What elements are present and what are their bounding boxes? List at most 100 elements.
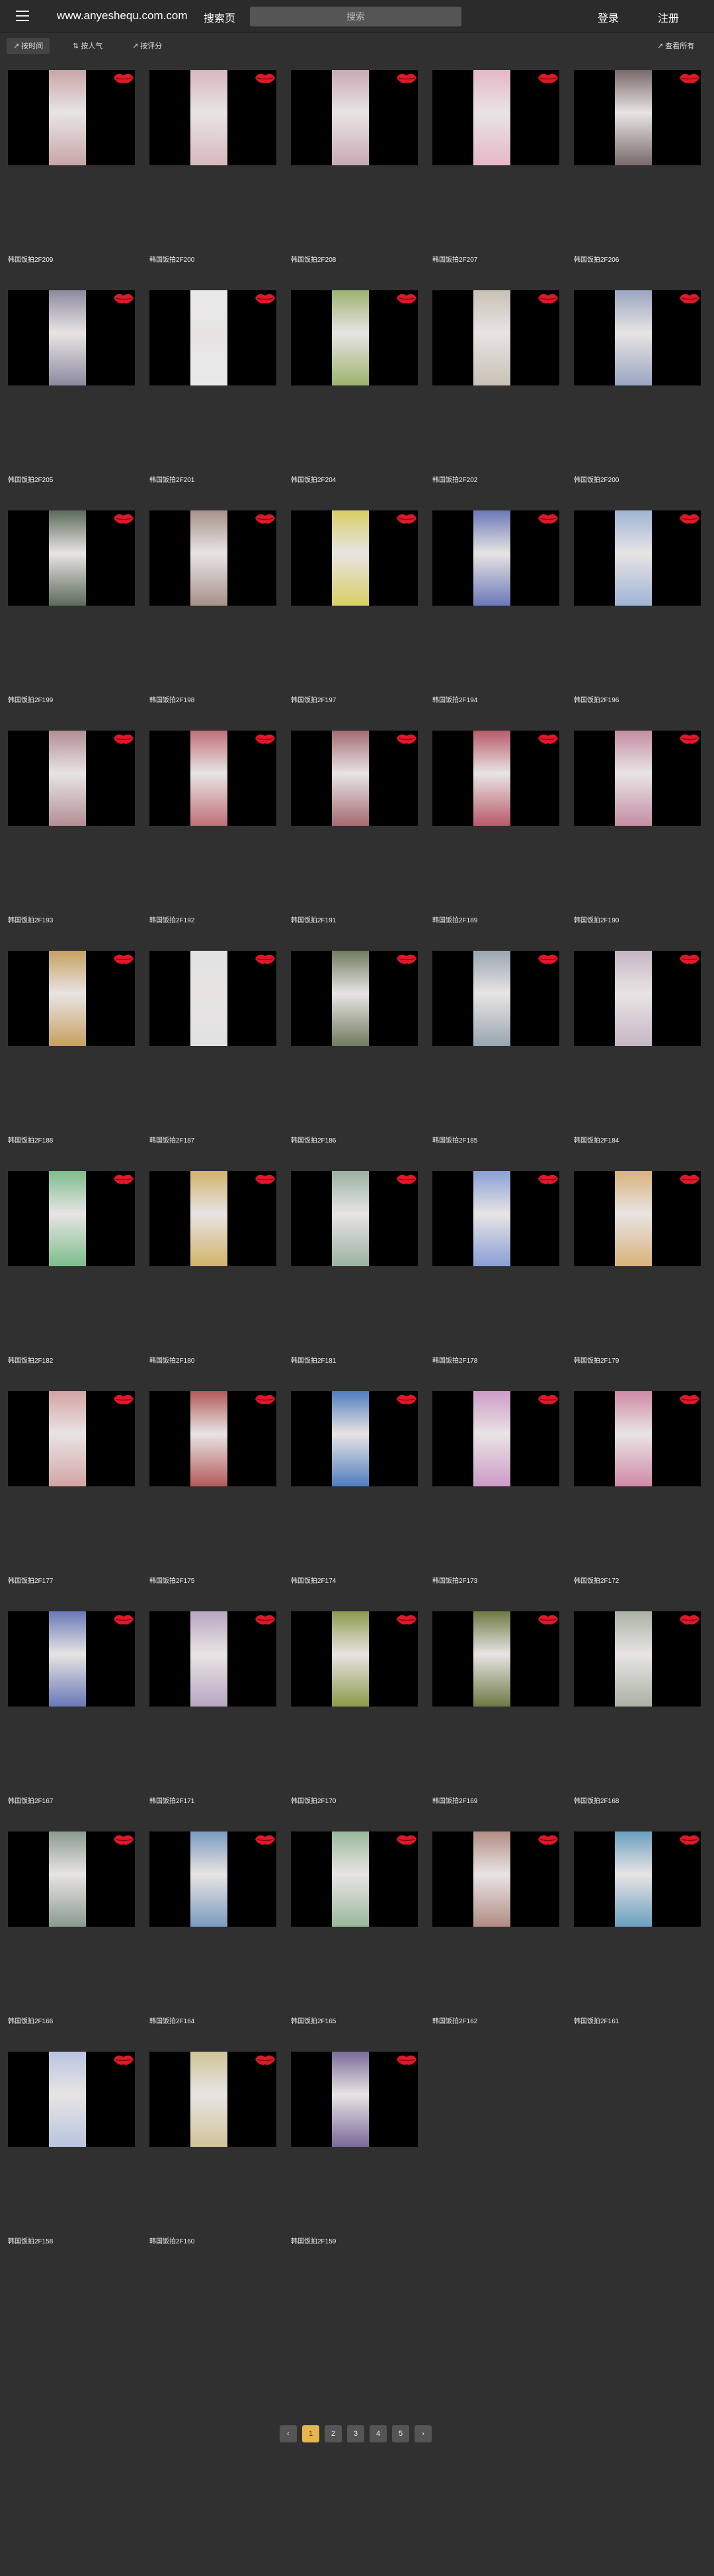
video-thumbnail[interactable] — [291, 1611, 418, 1707]
video-card[interactable]: 韩国饭拍2F190 — [573, 729, 702, 949]
video-thumbnail[interactable] — [149, 731, 276, 826]
video-thumbnail[interactable] — [432, 731, 559, 826]
video-thumbnail[interactable] — [149, 70, 276, 165]
sort-by-rating-button[interactable]: ↗ 按评分 — [126, 38, 169, 54]
video-thumbnail[interactable] — [291, 70, 418, 165]
video-thumbnail[interactable] — [8, 290, 135, 385]
next-page-button[interactable]: › — [415, 2425, 432, 2442]
video-title[interactable]: 韩国饭拍2F184 — [574, 1135, 619, 1145]
video-card[interactable]: 韩国饭拍2F208 — [290, 69, 419, 288]
video-title[interactable]: 韩国饭拍2F206 — [574, 254, 619, 264]
video-thumbnail[interactable] — [291, 1391, 418, 1486]
video-card[interactable]: 韩国饭拍2F200 — [573, 289, 702, 508]
video-thumbnail[interactable] — [291, 2052, 418, 2147]
video-thumbnail[interactable] — [8, 731, 135, 826]
video-title[interactable]: 韩国饭拍2F169 — [432, 1795, 477, 1805]
video-title[interactable]: 韩国饭拍2F198 — [149, 694, 194, 704]
video-thumbnail[interactable] — [149, 1391, 276, 1486]
video-card[interactable]: 韩国饭拍2F194 — [431, 509, 561, 729]
video-thumbnail[interactable] — [149, 1171, 276, 1266]
video-title[interactable]: 韩国饭拍2F199 — [8, 694, 53, 704]
video-title[interactable]: 韩国饭拍2F174 — [291, 1575, 336, 1585]
video-title[interactable]: 韩国饭拍2F187 — [149, 1135, 194, 1145]
video-card[interactable]: 韩国饭拍2F189 — [431, 729, 561, 949]
sort-by-popularity-button[interactable]: ⇅ 按人气 — [66, 38, 109, 54]
video-card[interactable]: 韩国饭拍2F178 — [431, 1170, 561, 1389]
video-card[interactable]: 韩国饭拍2F186 — [290, 949, 419, 1169]
video-title[interactable]: 韩国饭拍2F161 — [574, 2015, 619, 2025]
hamburger-menu-icon[interactable] — [16, 11, 29, 21]
video-card[interactable]: 韩国饭拍2F164 — [148, 1830, 278, 2050]
video-thumbnail[interactable] — [291, 731, 418, 826]
video-title[interactable]: 韩国饭拍2F158 — [8, 2235, 53, 2245]
video-title[interactable]: 韩国饭拍2F196 — [574, 694, 619, 704]
video-thumbnail[interactable] — [574, 290, 701, 385]
video-title[interactable]: 韩国饭拍2F167 — [8, 1795, 53, 1805]
video-title[interactable]: 韩国饭拍2F182 — [8, 1355, 53, 1365]
video-title[interactable]: 韩国饭拍2F164 — [149, 2015, 194, 2025]
video-title[interactable]: 韩国饭拍2F185 — [432, 1135, 477, 1145]
video-title[interactable]: 韩国饭拍2F159 — [291, 2235, 336, 2245]
page-button-2[interactable]: 2 — [325, 2425, 342, 2442]
video-thumbnail[interactable] — [8, 1391, 135, 1486]
video-title[interactable]: 韩国饭拍2F193 — [8, 914, 53, 924]
video-title[interactable]: 韩国饭拍2F171 — [149, 1795, 194, 1805]
search-input[interactable] — [250, 7, 461, 26]
video-card[interactable]: 韩国饭拍2F182 — [7, 1170, 136, 1389]
video-card[interactable]: 韩国饭拍2F174 — [290, 1390, 419, 1609]
page-button-1[interactable]: 1 — [302, 2425, 319, 2442]
video-card[interactable]: 韩国饭拍2F200 — [148, 69, 278, 288]
video-title[interactable]: 韩国饭拍2F168 — [574, 1795, 619, 1805]
video-card[interactable]: 韩国饭拍2F185 — [431, 949, 561, 1169]
video-thumbnail[interactable] — [149, 1831, 276, 1927]
video-card[interactable]: 韩国饭拍2F173 — [431, 1390, 561, 1609]
video-card[interactable]: 韩国饭拍2F181 — [290, 1170, 419, 1389]
video-thumbnail[interactable] — [432, 70, 559, 165]
video-card[interactable]: 韩国饭拍2F179 — [573, 1170, 702, 1389]
video-title[interactable]: 韩国饭拍2F177 — [8, 1575, 53, 1585]
video-thumbnail[interactable] — [149, 2052, 276, 2147]
video-thumbnail[interactable] — [8, 1831, 135, 1927]
video-thumbnail[interactable] — [432, 1171, 559, 1266]
video-title[interactable]: 韩国饭拍2F200 — [574, 474, 619, 484]
video-thumbnail[interactable] — [574, 1391, 701, 1486]
video-title[interactable]: 韩国饭拍2F173 — [432, 1575, 477, 1585]
login-link[interactable]: 登录 — [598, 9, 619, 25]
video-thumbnail[interactable] — [432, 1611, 559, 1707]
video-thumbnail[interactable] — [8, 951, 135, 1046]
video-title[interactable]: 韩国饭拍2F175 — [149, 1575, 194, 1585]
video-title[interactable]: 韩国饭拍2F162 — [432, 2015, 477, 2025]
video-thumbnail[interactable] — [8, 1611, 135, 1707]
video-card[interactable]: 韩国饭拍2F169 — [431, 1610, 561, 1830]
nav-link-search-page[interactable]: 搜索页 — [204, 9, 235, 25]
video-card[interactable]: 韩国饭拍2F193 — [7, 729, 136, 949]
register-link[interactable]: 注册 — [658, 9, 679, 25]
video-card[interactable]: 韩国饭拍2F188 — [7, 949, 136, 1169]
video-thumbnail[interactable] — [574, 1611, 701, 1707]
video-card[interactable]: 韩国饭拍2F161 — [573, 1830, 702, 2050]
video-thumbnail[interactable] — [432, 1391, 559, 1486]
video-card[interactable]: 韩国饭拍2F180 — [148, 1170, 278, 1389]
video-title[interactable]: 韩国饭拍2F205 — [8, 474, 53, 484]
video-card[interactable]: 韩国饭拍2F165 — [290, 1830, 419, 2050]
video-thumbnail[interactable] — [574, 1171, 701, 1266]
video-card[interactable]: 韩国饭拍2F166 — [7, 1830, 136, 2050]
video-card[interactable]: 韩国饭拍2F206 — [573, 69, 702, 288]
video-thumbnail[interactable] — [432, 1831, 559, 1927]
video-card[interactable]: 韩国饭拍2F175 — [148, 1390, 278, 1609]
video-thumbnail[interactable] — [8, 510, 135, 606]
site-name[interactable]: www.anyeshequ.com.com — [57, 9, 187, 22]
video-card[interactable]: 韩国饭拍2F158 — [7, 2050, 136, 2270]
video-title[interactable]: 韩国饭拍2F209 — [8, 254, 53, 264]
video-card[interactable]: 韩国饭拍2F162 — [431, 1830, 561, 2050]
video-card[interactable]: 韩国饭拍2F199 — [7, 509, 136, 729]
sort-by-time-button[interactable]: ↗ 按时间 — [7, 38, 50, 54]
video-thumbnail[interactable] — [149, 510, 276, 606]
video-card[interactable]: 韩国饭拍2F192 — [148, 729, 278, 949]
video-title[interactable]: 韩国饭拍2F194 — [432, 694, 477, 704]
video-card[interactable]: 韩国饭拍2F160 — [148, 2050, 278, 2270]
video-title[interactable]: 韩国饭拍2F207 — [432, 254, 477, 264]
video-title[interactable]: 韩国饭拍2F186 — [291, 1135, 336, 1145]
video-thumbnail[interactable] — [574, 1831, 701, 1927]
video-card[interactable]: 韩国饭拍2F167 — [7, 1610, 136, 1830]
